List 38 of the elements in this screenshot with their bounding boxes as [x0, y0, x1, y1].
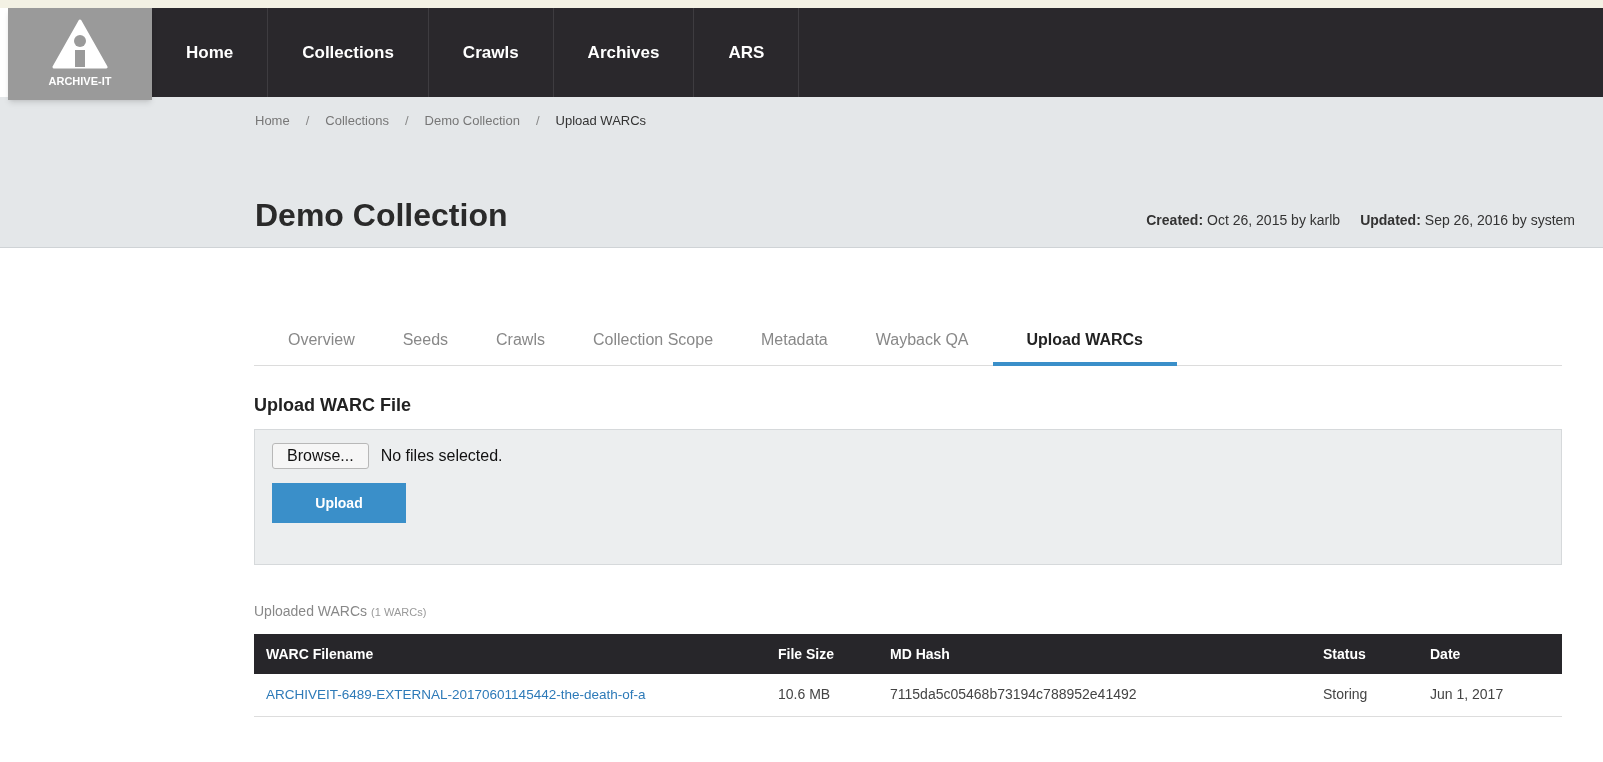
tab[interactable]: Wayback QA	[851, 324, 993, 365]
breadcrumb-separator: /	[305, 112, 310, 130]
column-header: Status	[1311, 634, 1418, 674]
meta-value: Oct 26, 2015 by karlb	[1207, 211, 1341, 230]
breadcrumb-link[interactable]: Home	[255, 111, 290, 131]
breadcrumb-current[interactable]: Upload WARCs	[555, 111, 647, 131]
breadcrumb-link[interactable]: Collections	[325, 111, 389, 131]
tab[interactable]: Overview	[264, 324, 379, 365]
column-header: File Size	[766, 634, 878, 674]
breadcrumb-separator: /	[404, 112, 409, 130]
upload-button[interactable]: Upload	[272, 483, 406, 523]
logo-icon	[52, 18, 108, 69]
filename-link[interactable]: ARCHIVEIT-6489-EXTERNAL-20170601145442-the-death-of-a	[254, 674, 766, 716]
logo[interactable]: ARCHIVE-IT	[8, 8, 152, 100]
tab[interactable]: Collection Scope	[568, 324, 738, 365]
table-cell: Storing	[1311, 674, 1418, 716]
breadcrumb-link[interactable]: Demo Collection	[424, 111, 520, 131]
page-title: Demo Collection	[255, 199, 508, 231]
meta-label: Created:	[1146, 211, 1204, 230]
column-header: Date	[1418, 634, 1562, 674]
table-cell: Jun 1, 2017	[1418, 674, 1562, 716]
file-status: No files selected.	[380, 446, 503, 466]
breadcrumb-separator: /	[535, 112, 540, 130]
meta-value: Sep 26, 2016 by system	[1424, 211, 1575, 230]
column-header: MD Hash	[878, 634, 1311, 674]
tab[interactable]: Metadata	[737, 324, 852, 365]
tab[interactable]: Crawls	[472, 324, 569, 365]
meta-label: Updated:	[1360, 211, 1421, 230]
column-header: WARC Filename	[254, 634, 766, 674]
tab[interactable]: Upload WARCs	[992, 324, 1177, 366]
section-heading: Upload WARC File	[254, 394, 412, 417]
tab[interactable]: Seeds	[378, 324, 473, 365]
logo-text: ARCHIVE-IT	[48, 73, 112, 89]
table-cell: 7115da5c05468b73194c788952e41492	[878, 674, 1311, 716]
browse-button[interactable]: Browse...	[272, 443, 369, 469]
table-cell: 10.6 MB	[766, 674, 878, 716]
uploaded-heading: Uploaded WARCs	[254, 602, 368, 621]
uploaded-count: (1 WARCs)	[371, 605, 427, 620]
